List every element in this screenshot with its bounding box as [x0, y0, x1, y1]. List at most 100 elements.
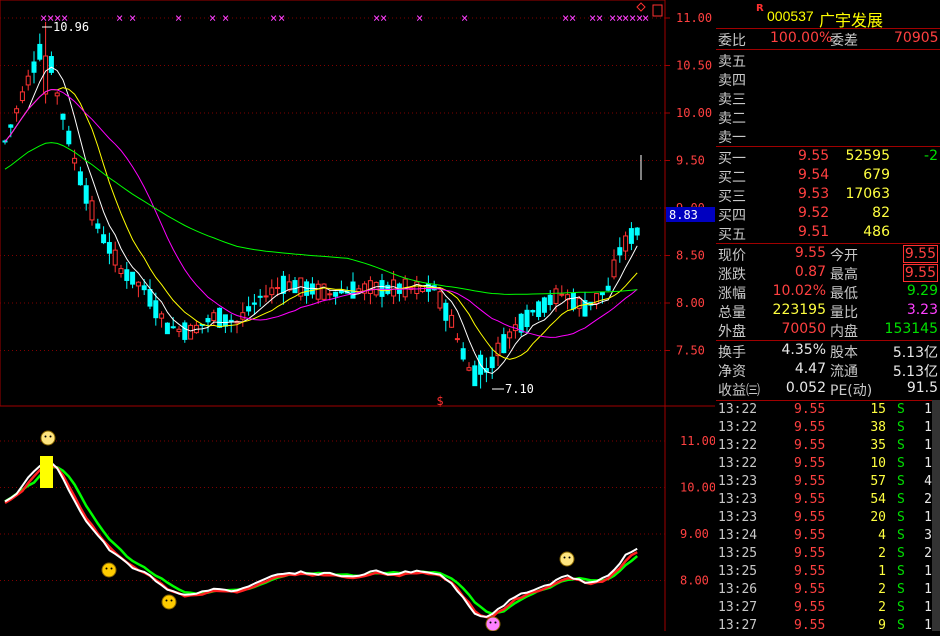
candle-body [205, 318, 211, 323]
tick-volume: 57 [870, 474, 886, 489]
candle-body [599, 291, 605, 296]
tick-side: S [897, 600, 905, 615]
signal-cross: × [416, 11, 423, 25]
candle-body [124, 269, 130, 281]
tick-row[interactable]: 13:24 9.55 4 S 3 [716, 528, 940, 546]
tick-price: 9.55 [794, 474, 826, 489]
candle-body [8, 124, 14, 128]
price-axis-label: 10.00 [676, 106, 712, 120]
tick-price: 9.55 [794, 600, 826, 615]
bid-label: 买二 [718, 170, 746, 186]
window-restore-icon [652, 4, 663, 17]
indicator-axis-label: 9.00 [680, 527, 709, 541]
kline-chart-area[interactable]: 11.00 10.50 10.00 9.50 9.00 8.50 8.00 7.50 11.00… [0, 0, 715, 631]
candle-body [547, 294, 553, 306]
tick-row[interactable]: 13:26 9.55 2 S 1 [716, 582, 940, 600]
fund-value: 4.35% [781, 342, 826, 358]
price-axis-label: 11.00 [676, 11, 712, 25]
weicha-label: 委差 [830, 33, 858, 49]
main-panel-frame [0, 0, 666, 407]
ticks-scrollbar[interactable] [932, 400, 940, 631]
quote-label-2: 内盘 [830, 324, 858, 340]
tick-time: 13:22 [718, 402, 758, 417]
tick-side: S [897, 564, 905, 579]
tick-side: S [897, 510, 905, 525]
stock-code[interactable]: 000537 [767, 8, 814, 24]
fund-label-2: PE(动) [830, 383, 873, 399]
tick-row[interactable]: 13:27 9.55 9 S 1 [716, 618, 940, 636]
candle-body [321, 283, 327, 300]
fund-value-2: 91.5 [906, 380, 938, 396]
smiley-icon-eye [568, 556, 571, 559]
tick-row[interactable]: 13:22 9.55 10 S 1 [716, 456, 940, 474]
candle-body [176, 328, 182, 333]
tick-volume: 2 [878, 582, 886, 597]
fund-row: 换手 4.35% 股本 5.13亿 [716, 342, 940, 361]
surprised-face-icon-eye [489, 621, 492, 624]
tick-price: 9.55 [794, 402, 826, 417]
candle-body [164, 322, 170, 335]
candle-body [605, 285, 611, 291]
candle-body [251, 302, 257, 305]
candle-body [31, 61, 37, 73]
candle-body [72, 157, 78, 164]
candle-body [391, 279, 397, 297]
bid-label: 买三 [718, 189, 746, 205]
tick-count: 2 [924, 492, 932, 507]
tick-side: S [897, 456, 905, 471]
price-axis-label: 8.00 [676, 296, 705, 310]
quote-value-2: 9.55 [902, 264, 938, 282]
quote-value: 223195 [772, 302, 826, 318]
tick-time: 13:22 [718, 420, 758, 435]
indicator-red-line [4, 464, 638, 619]
tick-row[interactable]: 13:22 9.55 38 S 1 [716, 420, 940, 438]
signal-cross: × [380, 11, 387, 25]
tick-time: 13:27 [718, 600, 758, 615]
r-mark: R [756, 3, 764, 14]
tick-row[interactable]: 13:23 9.55 54 S 2 [716, 492, 940, 510]
tick-row[interactable]: 13:23 9.55 57 S 4 [716, 474, 940, 492]
tick-row[interactable]: 13:22 9.55 35 S 1 [716, 438, 940, 456]
quote-label-2: 最低 [830, 286, 858, 302]
fund-value-2: 5.13亿 [892, 364, 938, 380]
tick-price: 9.55 [794, 510, 826, 525]
candle-body [269, 287, 275, 296]
fund-label-2: 流通 [830, 364, 858, 380]
tick-row[interactable]: 13:22 9.55 15 S 1 [716, 402, 940, 420]
candle-body [217, 307, 223, 328]
stock-title: R 000537 广宇发展 [716, 0, 940, 30]
tick-time: 13:22 [718, 456, 758, 471]
bid-change: -2 [924, 148, 938, 164]
price-axis-label: 9.50 [676, 154, 705, 168]
quote-label-2: 最高 [830, 267, 858, 283]
weibi-value: 100.00% [770, 30, 833, 46]
candle-body [211, 312, 217, 322]
quote-row: 涨跌 0.87 最高 9.55 [716, 264, 940, 283]
candle-body [634, 227, 640, 236]
signal-cross: × [642, 11, 649, 25]
kline-chart[interactable]: 11.00 10.50 10.00 9.50 9.00 8.50 8.00 7.50 11.00… [0, 0, 715, 631]
candle-body [292, 280, 298, 294]
sad-face-icon-eye [105, 567, 108, 570]
price-axis-label: 8.50 [676, 249, 705, 263]
candle-body [466, 367, 472, 371]
signal-cross: × [569, 11, 576, 25]
tick-row[interactable]: 13:25 9.55 2 S 2 [716, 546, 940, 564]
quote-value-2: 153145 [884, 321, 938, 337]
candle-body [617, 247, 623, 256]
signal-cross: × [270, 11, 277, 25]
candle-body [153, 300, 159, 319]
tick-time: 13:23 [718, 492, 758, 507]
tick-row[interactable]: 13:27 9.55 2 S 1 [716, 600, 940, 618]
tick-row[interactable]: 13:25 9.55 1 S 1 [716, 564, 940, 582]
candle-body [454, 338, 460, 341]
tick-row[interactable]: 13:23 9.55 20 S 1 [716, 510, 940, 528]
candle-body [280, 275, 286, 294]
tick-side: S [897, 420, 905, 435]
candle-body [518, 313, 524, 333]
fund-value-2: 5.13亿 [892, 345, 938, 361]
quote-label: 现价 [718, 248, 746, 264]
quote-value-2: 9.29 [906, 283, 938, 299]
indicator-signal-bar [40, 456, 53, 488]
diamond-icon [636, 2, 646, 12]
